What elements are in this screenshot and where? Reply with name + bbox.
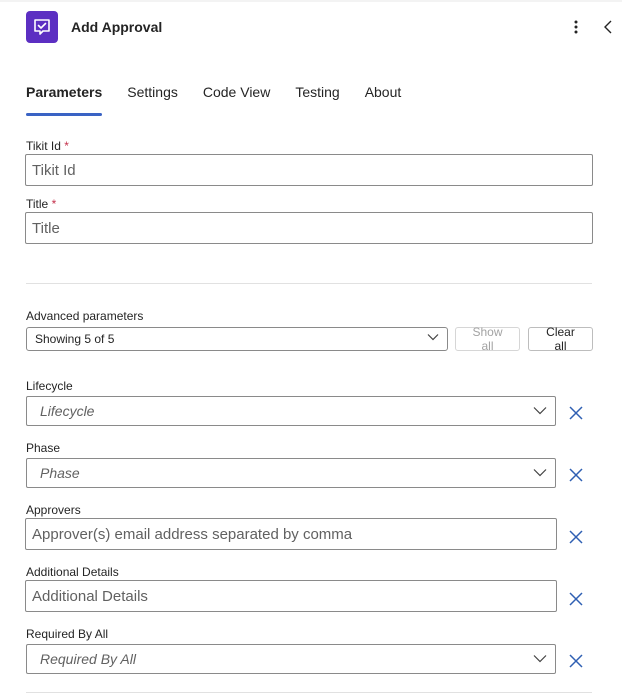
tab-settings[interactable]: Settings <box>127 84 178 114</box>
required-asterisk: * <box>64 139 69 153</box>
tab-parameters[interactable]: Parameters <box>26 84 103 116</box>
title-label-text: Title <box>26 197 49 211</box>
clear-all-button[interactable]: Clear all <box>528 325 593 353</box>
tikit-id-input[interactable] <box>25 154 593 186</box>
required-by-all-placeholder: Required By All <box>40 651 136 667</box>
advanced-parameters-dropdown[interactable]: Showing 5 of 5 <box>26 327 448 351</box>
panel-title: Add Approval <box>71 19 163 35</box>
tab-about[interactable]: About <box>365 84 402 114</box>
chevron-left-icon <box>604 20 612 34</box>
lifecycle-placeholder: Lifecycle <box>40 403 95 419</box>
chevron-down-icon <box>533 407 547 415</box>
tikit-id-label-text: Tikit Id <box>26 139 61 153</box>
panel-header: Add Approval <box>0 0 622 56</box>
remove-lifecycle-button[interactable] <box>567 404 585 422</box>
additional-details-input[interactable] <box>25 580 557 612</box>
required-by-all-label: Required By All <box>26 627 109 641</box>
advanced-parameters-label: Advanced parameters <box>26 309 144 323</box>
remove-approvers-button[interactable] <box>567 528 585 546</box>
chevron-down-icon <box>533 655 547 663</box>
more-options-button[interactable] <box>566 16 586 38</box>
close-icon <box>569 530 583 544</box>
close-icon <box>569 468 583 482</box>
more-vertical-icon <box>574 20 578 34</box>
remove-phase-button[interactable] <box>567 466 585 484</box>
remove-required-by-all-button[interactable] <box>567 652 585 670</box>
required-asterisk: * <box>51 197 57 211</box>
lifecycle-dropdown[interactable]: Lifecycle <box>26 396 556 426</box>
section-divider <box>26 283 592 284</box>
approval-check-icon <box>26 11 58 43</box>
remove-additional-details-button[interactable] <box>567 590 585 608</box>
advanced-parameters-value: Showing 5 of 5 <box>35 332 115 346</box>
phase-label: Phase <box>26 441 61 455</box>
tab-testing[interactable]: Testing <box>295 84 339 114</box>
chevron-down-icon <box>533 469 547 477</box>
tab-code-view[interactable]: Code View <box>203 84 270 114</box>
title-label: Title * <box>26 197 56 211</box>
chevron-down-icon <box>427 334 439 341</box>
tikit-id-label: Tikit Id * <box>26 139 69 153</box>
close-icon <box>569 654 583 668</box>
show-all-button[interactable]: Show all <box>455 325 520 353</box>
close-icon <box>569 592 583 606</box>
approvers-label: Approvers <box>26 503 81 517</box>
phase-placeholder: Phase <box>40 465 80 481</box>
required-by-all-dropdown[interactable]: Required By All <box>26 644 556 674</box>
phase-dropdown[interactable]: Phase <box>26 458 556 488</box>
collapse-panel-button[interactable] <box>598 16 618 38</box>
approvers-input[interactable] <box>25 518 557 550</box>
title-input[interactable] <box>25 212 593 244</box>
close-icon <box>569 406 583 420</box>
lifecycle-label: Lifecycle <box>26 379 73 393</box>
additional-details-label: Additional Details <box>26 565 119 579</box>
tab-bar: Parameters Settings Code View Testing Ab… <box>26 84 426 116</box>
bottom-divider <box>26 692 592 693</box>
